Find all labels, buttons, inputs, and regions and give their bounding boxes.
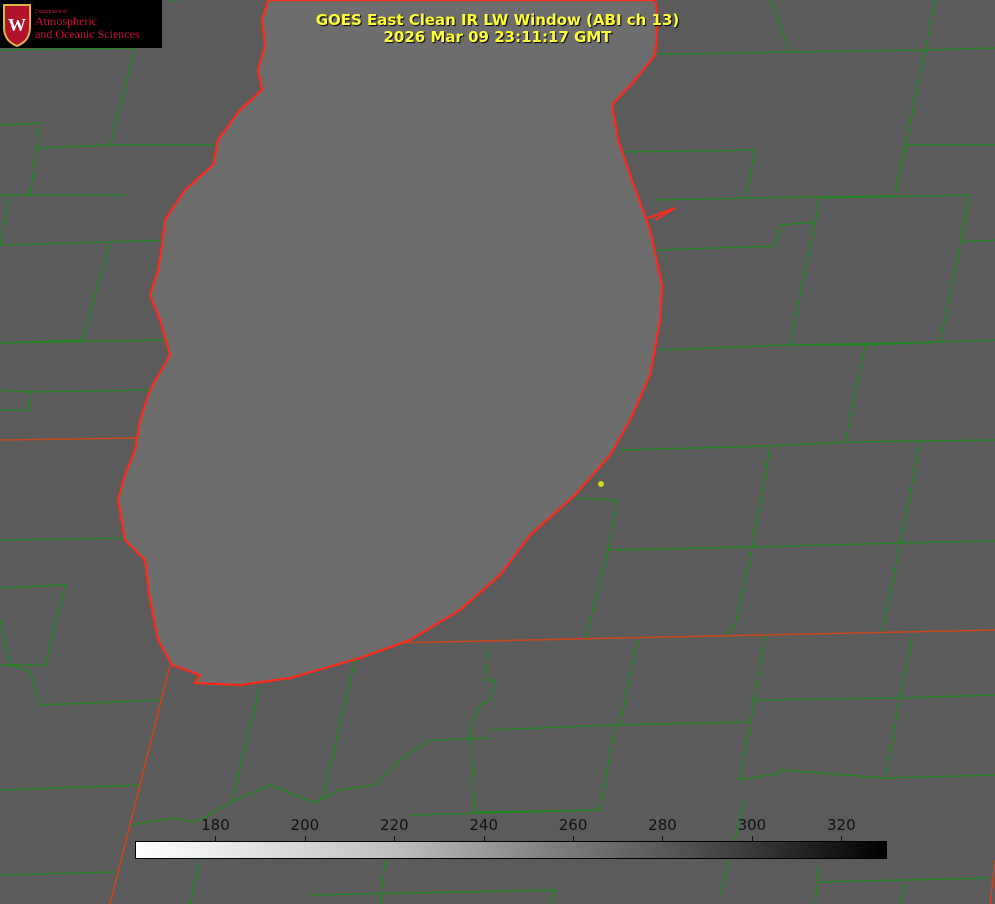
satellite-map-view: W Department of Atmospheric and Oceanic … [0,0,995,904]
map-canvas [0,0,995,904]
colorbar-tick-label: 300 [737,816,767,834]
colorbar-tick-label: 280 [648,816,677,834]
title-timestamp: 2026 Mar 09 23:11:17 GMT [383,28,612,46]
colorbar-tick-label: 320 [826,816,856,834]
image-title: GOES East Clean IR LW Window (ABI ch 13)… [0,12,995,46]
colorbar-tick-label: 180 [201,816,230,834]
colorbar-tick-mark [573,836,575,841]
location-marker [598,481,604,487]
colorbar-tick-mark [662,836,664,841]
colorbar-tick-label: 260 [558,816,588,834]
colorbar-tick-mark [215,836,217,841]
colorbar-tick-mark [751,836,753,841]
colorbar-tick-label: 200 [290,816,320,834]
colorbar-tick-label: 220 [379,816,409,834]
colorbar-tick-mark [841,836,843,841]
lake-michigan [116,0,664,687]
shoreline-spit [647,207,676,221]
colorbar [135,841,887,859]
colorbar-tick-label: 240 [469,816,498,834]
colorbar-tick-mark [394,836,396,841]
title-product: GOES East Clean IR LW Window (ABI ch 13) [315,11,680,29]
colorbar-tick-mark [483,836,485,841]
colorbar-tick-mark [304,836,306,841]
